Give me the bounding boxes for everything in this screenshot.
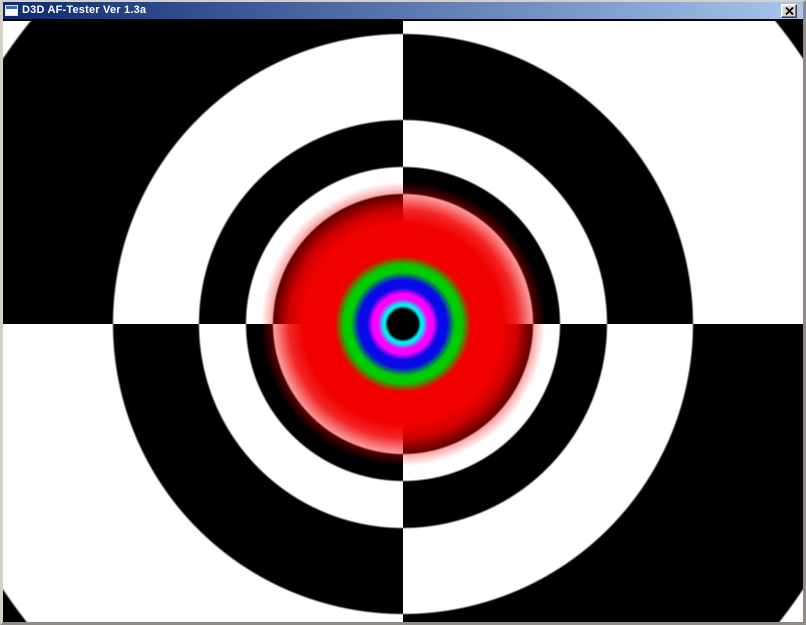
close-icon [785, 7, 794, 15]
window-application-icon-bar [6, 6, 17, 9]
app-window: D3D AF-Tester Ver 1.3a [0, 0, 806, 625]
close-button[interactable] [781, 4, 797, 18]
mip-center-rings [3, 21, 803, 624]
af-test-viewport [3, 21, 803, 624]
window-title: D3D AF-Tester Ver 1.3a [22, 2, 146, 19]
window-application-icon[interactable] [5, 5, 18, 16]
titlebar[interactable]: D3D AF-Tester Ver 1.3a [3, 2, 803, 19]
